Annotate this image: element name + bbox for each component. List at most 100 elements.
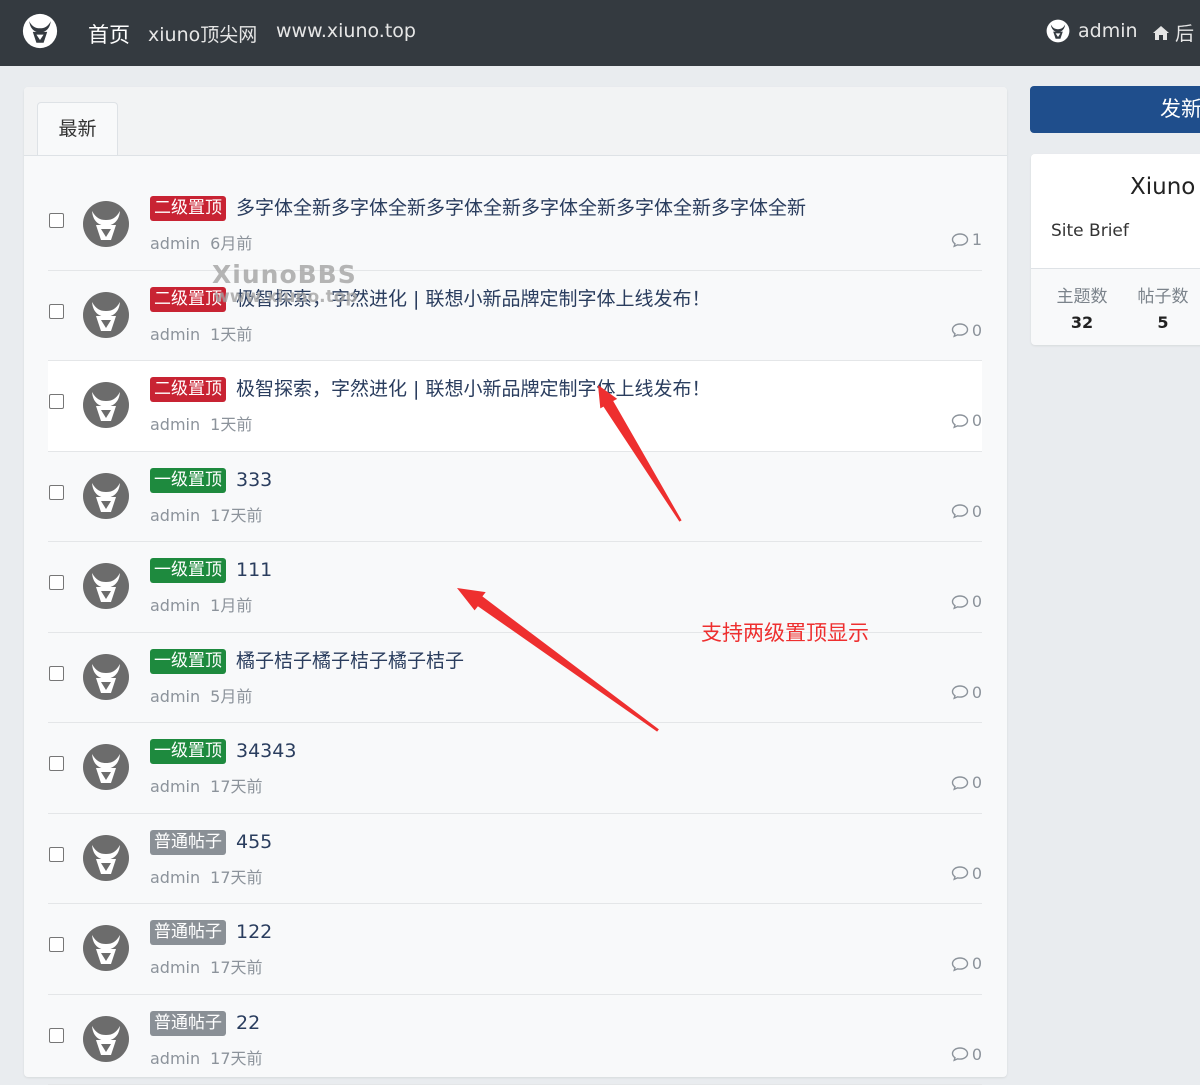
stat-posts-label: 帖子数 — [1128, 282, 1198, 307]
site-info-card: Xiuno Site Brief 主题数 32 帖子数 5 — [1031, 154, 1200, 345]
site-info-header: Xiuno Site Brief — [1031, 154, 1200, 269]
thread-select-checkbox[interactable] — [49, 304, 64, 319]
thread-meta: admin 17天前 — [150, 954, 263, 978]
reply-count-value: 0 — [972, 954, 982, 973]
nav-home-link[interactable]: 首页 — [88, 19, 130, 49]
sticky-badge: 二级置顶 — [150, 377, 226, 402]
user-avatar-icon[interactable] — [82, 472, 130, 520]
thread-time: 1月前 — [210, 596, 252, 615]
stat-posts: 帖子数 5 — [1128, 282, 1198, 332]
comment-icon — [951, 956, 969, 972]
thread-meta: admin17天前 — [150, 864, 263, 888]
comment-icon — [951, 322, 969, 338]
comment-icon — [951, 503, 969, 519]
thread-row[interactable]: 二级置顶 极智探索，字然进化 | 联想小新品牌定制字体上线发布！ admin1天… — [48, 361, 982, 452]
user-avatar-icon[interactable] — [82, 291, 130, 339]
thread-row[interactable]: 普通帖子 122 admin17天前 0 — [48, 904, 982, 995]
reply-count: 0 — [951, 321, 982, 340]
thread-select-checkbox[interactable] — [49, 756, 64, 771]
tab-latest[interactable]: 最新 — [37, 102, 118, 155]
nav-admin-link[interactable]: 后 — [1152, 19, 1194, 46]
thread-meta: admin 5月前 — [150, 683, 252, 707]
thread-author[interactable]: admin — [150, 234, 200, 253]
thread-select-checkbox[interactable] — [49, 575, 64, 590]
sticky-badge: 普通帖子 — [150, 830, 226, 855]
thread-row[interactable]: 一级置顶 34343 admin17天前 0 — [48, 723, 982, 814]
thread-author[interactable]: admin — [150, 506, 200, 525]
thread-row[interactable]: 普通帖子 455 admin17天前 0 — [48, 814, 982, 905]
thread-select-checkbox[interactable] — [49, 847, 64, 862]
thread-time: 17天前 — [210, 777, 262, 796]
reply-count: 0 — [951, 1045, 982, 1064]
thread-row[interactable]: 二级置顶 极智探索，字然进化 | 联想小新品牌定制字体上线发布！ admin1天… — [48, 271, 982, 362]
nav-link-xiuno-top[interactable]: xiuno顶尖网 — [148, 20, 257, 47]
thread-author[interactable]: admin — [150, 868, 200, 887]
watermark-line1: XiunoBBS — [212, 262, 382, 287]
thread-title-link[interactable]: 111 — [236, 558, 272, 583]
thread-select-checkbox[interactable] — [49, 213, 64, 228]
reply-count-value: 1 — [972, 230, 982, 249]
nav-user-menu[interactable]: admin — [1046, 19, 1138, 43]
stat-threads: 主题数 32 — [1047, 282, 1117, 332]
thread-title-link[interactable]: 34343 — [236, 739, 296, 764]
annotation-text: 支持两级置顶显示 — [701, 617, 869, 647]
thread-select-checkbox[interactable] — [49, 937, 64, 952]
user-avatar-icon[interactable] — [82, 834, 130, 882]
user-avatar-icon[interactable] — [82, 562, 130, 610]
thread-title-link[interactable]: 22 — [236, 1011, 260, 1036]
thread-title-link[interactable]: 333 — [236, 468, 272, 493]
thread-author[interactable]: admin — [150, 687, 200, 706]
thread-meta: admin6月前 — [150, 230, 252, 254]
new-thread-button[interactable]: 发新 — [1030, 86, 1200, 133]
reply-count: 0 — [951, 592, 982, 611]
thread-row[interactable]: 二级置顶 多字体全新多字体全新多字体全新多字体全新多字体全新多字体全新 admi… — [48, 180, 982, 271]
thread-meta: admin 17天前 — [150, 773, 263, 797]
user-avatar-icon[interactable] — [82, 743, 130, 791]
user-avatar-icon[interactable] — [82, 200, 130, 248]
site-title: Xiuno — [1130, 174, 1195, 200]
thread-meta: admin 1月前 — [150, 592, 252, 616]
comment-icon — [951, 594, 969, 610]
sticky-badge: 一级置顶 — [150, 468, 226, 493]
sticky-badge: 一级置顶 — [150, 558, 226, 583]
thread-title-link[interactable]: 455 — [236, 830, 272, 855]
thread-select-checkbox[interactable] — [49, 1028, 64, 1043]
thread-author[interactable]: admin — [150, 958, 200, 977]
reply-count-value: 0 — [972, 1045, 982, 1064]
thread-author[interactable]: admin — [150, 1049, 200, 1068]
thread-author[interactable]: admin — [150, 596, 200, 615]
thread-time: 17天前 — [210, 958, 262, 977]
user-avatar-icon — [1046, 19, 1070, 43]
stat-threads-value: 32 — [1047, 313, 1117, 332]
user-avatar-icon[interactable] — [82, 381, 130, 429]
user-avatar-icon[interactable] — [82, 1015, 130, 1063]
reply-count: 0 — [951, 954, 982, 973]
reply-count-value: 0 — [972, 502, 982, 521]
thread-time: 5月前 — [210, 687, 252, 706]
reply-count-value: 0 — [972, 411, 982, 430]
reply-count-value: 0 — [972, 683, 982, 702]
user-avatar-icon[interactable] — [82, 653, 130, 701]
thread-select-checkbox[interactable] — [49, 394, 64, 409]
thread-title-link[interactable]: 极智探索，字然进化 | 联想小新品牌定制字体上线发布！ — [236, 377, 710, 402]
thread-author[interactable]: admin — [150, 777, 200, 796]
thread-author[interactable]: admin — [150, 415, 200, 434]
thread-row[interactable]: 普通帖子 22 admin17天前 0 — [48, 995, 982, 1085]
site-logo-icon[interactable] — [22, 13, 58, 49]
thread-select-checkbox[interactable] — [49, 666, 64, 681]
user-avatar-icon[interactable] — [82, 924, 130, 972]
thread-title-link[interactable]: 多字体全新多字体全新多字体全新多字体全新多字体全新多字体全新 — [236, 196, 806, 221]
sticky-badge: 一级置顶 — [150, 739, 226, 764]
reply-count: 0 — [951, 864, 982, 883]
thread-title-link[interactable]: 122 — [236, 920, 272, 945]
thread-author[interactable]: admin — [150, 325, 200, 344]
thread-row[interactable]: 一级置顶 333 admin17天前 0 — [48, 452, 982, 543]
comment-icon — [951, 232, 969, 248]
nav-link-website[interactable]: www.xiuno.top — [276, 20, 416, 42]
thread-time: 1天前 — [210, 325, 252, 344]
thread-title-link[interactable]: 橘子桔子橘子桔子橘子桔子 — [236, 649, 464, 674]
thread-select-checkbox[interactable] — [49, 485, 64, 500]
watermark-line2: www.xiuno.top — [214, 289, 382, 306]
sticky-badge: 二级置顶 — [150, 196, 226, 221]
comment-icon — [951, 775, 969, 791]
